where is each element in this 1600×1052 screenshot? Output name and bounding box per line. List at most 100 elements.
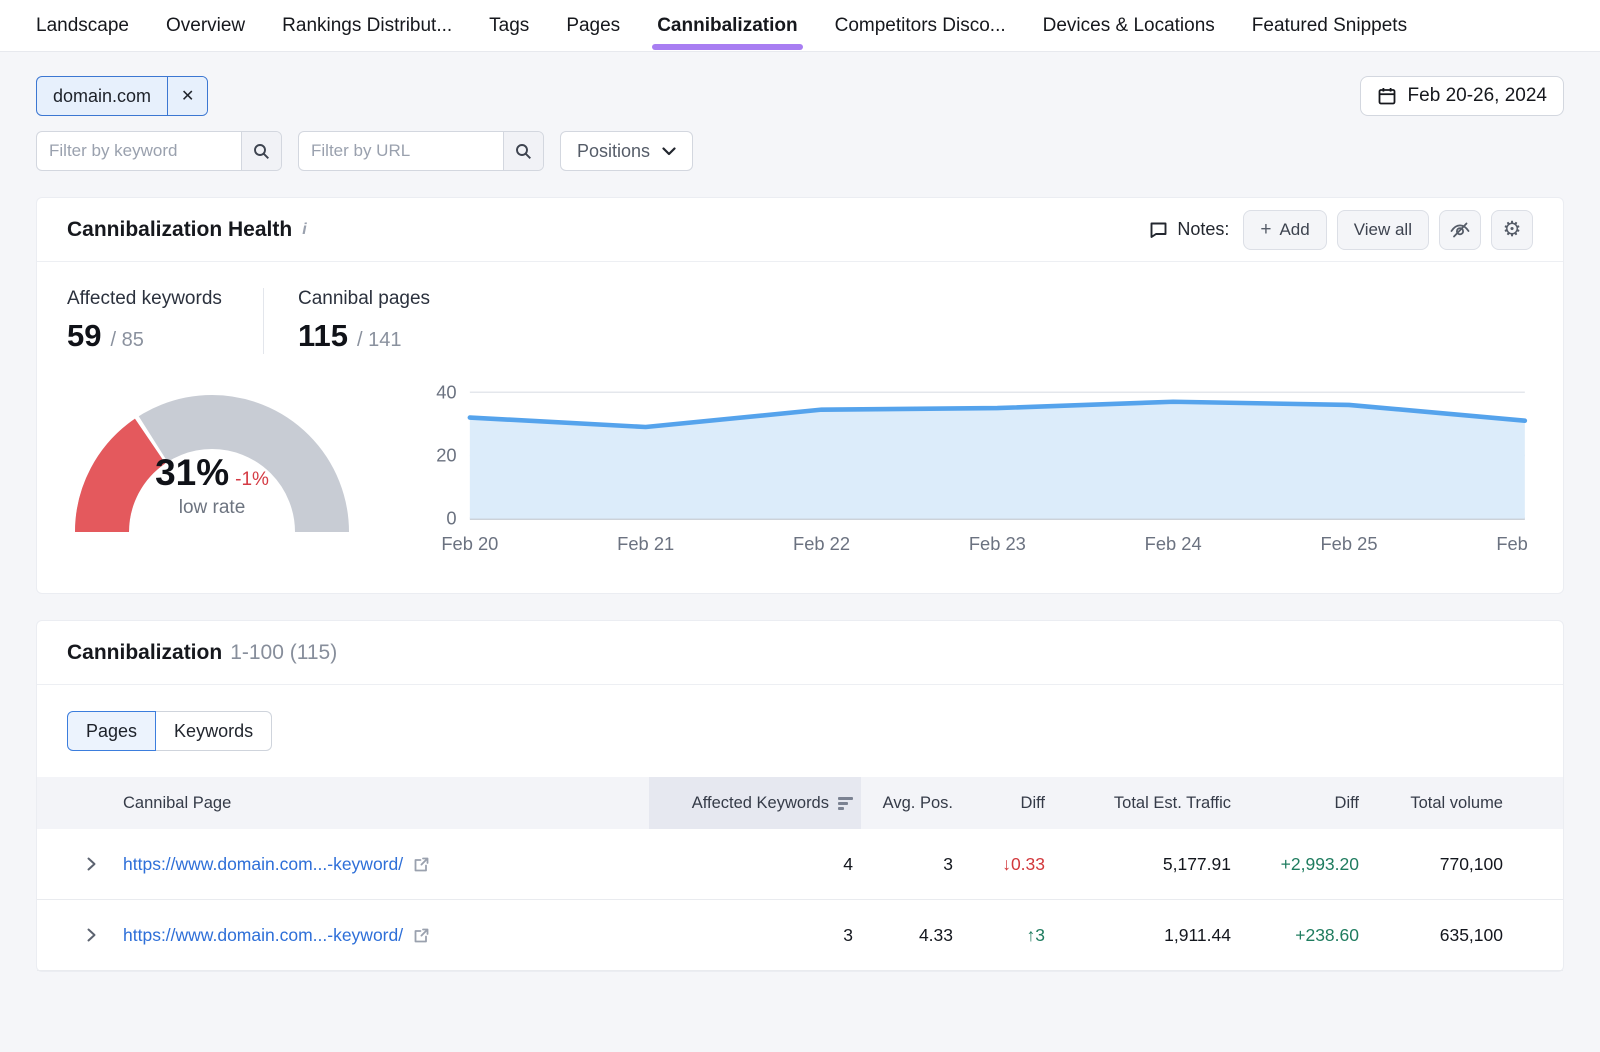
pos-diff-cell: ↑3 (961, 925, 1053, 946)
gear-icon: ⚙ (1503, 217, 1522, 242)
date-range-button[interactable]: Feb 20-26, 2024 (1360, 76, 1564, 116)
date-range-label: Feb 20-26, 2024 (1408, 85, 1547, 107)
svg-text:Feb 24: Feb 24 (1145, 533, 1202, 554)
avg-pos-cell: 4.33 (861, 925, 961, 946)
gauge-caption: low rate (67, 497, 357, 519)
domain-chip-label: domain.com (37, 77, 167, 115)
col-cannibal-page[interactable]: Cannibal Page (123, 794, 649, 813)
toggle-keywords[interactable]: Keywords (156, 711, 272, 751)
col-pos-diff[interactable]: Diff (961, 794, 1053, 813)
tab-devices-locations[interactable]: Devices & Locations (1043, 0, 1215, 52)
positions-dropdown-label: Positions (577, 141, 650, 162)
tab-overview[interactable]: Overview (166, 0, 245, 52)
tab-featured-snippets[interactable]: Featured Snippets (1252, 0, 1407, 52)
table-range: 1-100 (115) (230, 641, 337, 665)
search-icon (253, 143, 270, 160)
tab-tags[interactable]: Tags (489, 0, 529, 52)
traffic-cell: 1,911.44 (1053, 925, 1239, 946)
traffic-diff-cell: +2,993.20 (1239, 854, 1367, 875)
svg-text:Feb 22: Feb 22 (793, 533, 850, 554)
url-filter (298, 131, 544, 171)
toggle-pages[interactable]: Pages (67, 711, 156, 751)
svg-text:Feb 23: Feb 23 (969, 533, 1026, 554)
url-search-button[interactable] (503, 132, 543, 170)
filter-chip-row: domain.com ✕ Feb 20-26, 2024 (36, 76, 1564, 116)
view-toggle: Pages Keywords (67, 711, 272, 751)
chevron-right-icon (86, 856, 97, 872)
tab-landscape[interactable]: Landscape (36, 0, 129, 52)
cannibal-pages-stat: Cannibal pages 115 / 141 (298, 288, 494, 354)
svg-text:0: 0 (446, 508, 456, 529)
expand-row-button[interactable] (37, 927, 123, 943)
expand-row-button[interactable] (37, 856, 123, 872)
add-note-button[interactable]: + Add (1243, 210, 1326, 250)
domain-filter-chip: domain.com ✕ (36, 76, 208, 116)
affected-keywords-stat: Affected keywords 59 / 85 (67, 288, 263, 354)
affected-keywords-cell: 3 (649, 925, 861, 946)
pos-diff-cell: ↓0.33 (961, 854, 1053, 875)
traffic-diff-cell: +238.60 (1239, 925, 1367, 946)
gauge-text: 31% -1% low rate (67, 452, 357, 519)
tab-cannibalization[interactable]: Cannibalization (657, 0, 797, 52)
tab-rankings-distribution[interactable]: Rankings Distribut... (282, 0, 452, 52)
health-card-header: Cannibalization Health i Notes: + Add (37, 198, 1563, 262)
keyword-filter-input[interactable] (37, 132, 241, 170)
calendar-icon (1377, 86, 1397, 106)
note-bubble-icon (1149, 221, 1168, 239)
tab-competitors-discovery[interactable]: Competitors Disco... (835, 0, 1006, 52)
table-row: https://www.domain.com...-keyword/ 4 3 ↓… (37, 829, 1563, 900)
external-link-icon[interactable] (413, 927, 430, 944)
domain-chip-remove-button[interactable]: ✕ (167, 77, 207, 115)
avg-pos-cell: 3 (861, 854, 961, 875)
traffic-cell: 5,177.91 (1053, 854, 1239, 875)
svg-text:40: 40 (436, 381, 456, 402)
report-tabs: Landscape Overview Rankings Distribut...… (0, 0, 1600, 52)
view-all-notes-button[interactable]: View all (1337, 210, 1429, 250)
table-header-row: Cannibal Page Affected Keywords Avg. Pos… (37, 777, 1563, 829)
cannibal-page-link[interactable]: https://www.domain.com...-keyword/ (123, 854, 403, 875)
svg-text:Feb 25: Feb 25 (1320, 533, 1377, 554)
filters-row: Positions (36, 131, 1564, 171)
positions-dropdown[interactable]: Positions (560, 131, 693, 171)
area-chart: 02040Feb 20Feb 21Feb 22Feb 23Feb 24Feb 2… (423, 376, 1533, 559)
cannibal-pages-value: 115 (298, 318, 348, 354)
keyword-search-button[interactable] (241, 132, 281, 170)
volume-cell: 635,100 (1367, 925, 1563, 946)
keyword-filter (36, 131, 282, 171)
col-affected-keywords[interactable]: Affected Keywords (649, 777, 861, 829)
cannibal-page-link[interactable]: https://www.domain.com...-keyword/ (123, 925, 403, 946)
svg-text:20: 20 (436, 445, 456, 466)
health-card-title: Cannibalization Health (67, 218, 292, 242)
volume-cell: 770,100 (1367, 854, 1563, 875)
cannibal-pages-trend-chart: 02040Feb 20Feb 21Feb 22Feb 23Feb 24Feb 2… (423, 376, 1533, 559)
col-traffic-diff[interactable]: Diff (1239, 794, 1367, 813)
col-total-est-traffic[interactable]: Total Est. Traffic (1053, 794, 1239, 813)
cannibalization-health-card: Cannibalization Health i Notes: + Add (36, 197, 1564, 594)
search-icon (515, 143, 532, 160)
cannibalization-rate-gauge: 31% -1% low rate (67, 376, 397, 559)
settings-button[interactable]: ⚙ (1491, 210, 1533, 250)
table-row: https://www.domain.com...-keyword/ 3 4.3… (37, 900, 1563, 971)
stat-divider (263, 288, 264, 354)
plus-icon: + (1260, 219, 1271, 241)
url-filter-input[interactable] (299, 132, 503, 170)
col-total-volume[interactable]: Total volume (1367, 794, 1563, 813)
info-icon[interactable]: i (302, 221, 306, 239)
cannibalization-table: Cannibal Page Affected Keywords Avg. Pos… (37, 777, 1563, 971)
gauge-diff: -1% (235, 469, 269, 490)
hide-notes-button[interactable] (1439, 210, 1481, 250)
col-avg-pos[interactable]: Avg. Pos. (861, 794, 961, 813)
notes-label: Notes: (1149, 219, 1229, 240)
health-stats: Affected keywords 59 / 85 Cannibal pages… (67, 288, 1533, 354)
cannibalization-table-card: Cannibalization 1-100 (115) Pages Keywor… (36, 620, 1564, 972)
tab-pages[interactable]: Pages (566, 0, 620, 52)
gauge-percent: 31% (155, 452, 229, 493)
chevron-down-icon (662, 147, 676, 156)
affected-keywords-cell: 4 (649, 854, 861, 875)
table-card-title: Cannibalization (67, 641, 222, 665)
eye-slash-icon (1449, 220, 1471, 240)
affected-keywords-total: / 85 (110, 329, 143, 352)
external-link-icon[interactable] (413, 856, 430, 873)
sort-desc-icon (838, 797, 853, 810)
svg-text:Feb 26: Feb 26 (1496, 533, 1533, 554)
